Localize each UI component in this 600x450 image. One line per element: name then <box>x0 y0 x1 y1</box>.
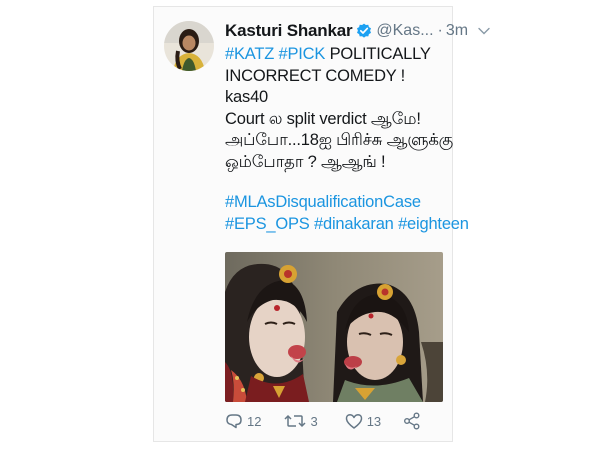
retweet-count: 3 <box>310 413 318 429</box>
tweet-text-segment: POLITICALLY <box>325 45 431 63</box>
tweet-text-segment: Court ல split verdict ஆமே! <box>225 109 421 128</box>
tweet-line: #KATZ #PICK POLITICALLY <box>225 44 451 66</box>
tweet-text-segment: ஒம்போதா ? ஆஆங் ! <box>225 152 386 171</box>
hashtag-link[interactable]: #KATZ <box>225 45 274 63</box>
like-button[interactable]: 13 <box>345 413 381 430</box>
reply-icon <box>225 412 243 430</box>
tweet-card[interactable]: Kasturi Shankar @Kas... · 3m #KATZ #PICK… <box>153 6 490 442</box>
tweet-line: #MLAsDisqualificationCase <box>225 192 451 214</box>
timestamp[interactable]: 3m <box>446 22 468 40</box>
retweet-button[interactable]: 3 <box>284 413 318 429</box>
heart-icon <box>345 413 363 430</box>
tweet-image[interactable] <box>225 252 443 402</box>
reply-count: 12 <box>247 413 262 429</box>
hashtag-link[interactable]: #MLAsDisqualificationCase <box>225 193 421 211</box>
hashtag-link[interactable]: #dinakaran <box>314 215 394 233</box>
verified-badge-icon <box>356 23 372 39</box>
display-name[interactable]: Kasturi Shankar <box>225 21 353 41</box>
share-button[interactable] <box>403 412 421 430</box>
hashtag-link[interactable]: #eighteen <box>398 215 469 233</box>
tweet-line: #EPS_OPS #dinakaran #eighteen <box>225 214 469 236</box>
retweet-icon <box>284 413 306 429</box>
tweet-line: அப்போ...18ஐ பிரிச்சு ஆளுக்கு <box>225 130 454 152</box>
tweet-line: ஒம்போதா ? ஆஆங் ! <box>225 152 451 174</box>
tweet-text-segment: அப்போ...18ஐ பிரிச்சு ஆளுக்கு <box>225 131 454 149</box>
tweet-text: #KATZ #PICK POLITICALLY INCORRECT COMEDY … <box>225 44 469 236</box>
avatar[interactable] <box>164 21 214 71</box>
tweet-actions: 12 3 13 <box>225 412 435 430</box>
reply-button[interactable]: 12 <box>225 412 261 430</box>
tweet-text-segment: INCORRECT COMEDY ! <box>225 66 406 85</box>
hashtag-link[interactable]: #PICK <box>279 45 326 63</box>
tweet-line: Court ல split verdict ஆமே! <box>225 109 451 131</box>
user-handle[interactable]: @Kas... <box>376 22 433 40</box>
tweet-line: INCORRECT COMEDY ! <box>225 66 451 88</box>
tweet-header: Kasturi Shankar @Kas... · 3m <box>225 19 490 43</box>
tweet-line: kas40 <box>225 87 451 109</box>
separator-dot: · <box>437 22 443 39</box>
chevron-down-icon[interactable] <box>478 27 490 35</box>
like-count: 13 <box>366 413 382 429</box>
tweet-text-segment: kas40 <box>225 88 269 106</box>
share-icon <box>403 412 421 430</box>
hashtag-link[interactable]: #EPS_OPS <box>225 215 310 233</box>
